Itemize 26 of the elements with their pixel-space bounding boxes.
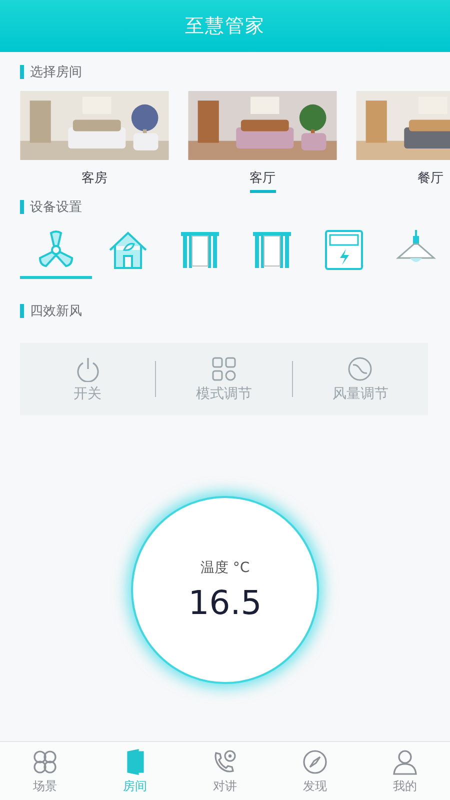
nav-tab[interactable]: 发现: [270, 742, 360, 800]
nav-tab[interactable]: 场景: [0, 742, 90, 800]
person-icon: [391, 748, 419, 776]
nav-tab[interactable]: 房间: [90, 742, 180, 800]
section-title: 四效新风: [30, 303, 82, 320]
room-tab[interactable]: 客房: [17, 91, 172, 193]
control-button[interactable]: 开关: [20, 356, 156, 402]
clover-icon: [31, 748, 59, 776]
nav-tab[interactable]: 我的: [360, 742, 450, 800]
temperature-label: 温度 °C: [200, 558, 250, 576]
section-marker: [20, 200, 24, 214]
temperature-value: 16.5: [188, 582, 262, 622]
section-title: 设备设置: [30, 199, 82, 216]
app-title: 至慧管家: [185, 14, 265, 39]
room-tab[interactable]: 餐厅: [353, 91, 450, 193]
meter-icon: [322, 228, 366, 272]
grid-icon: [210, 356, 237, 382]
compass-icon: [301, 748, 329, 776]
nav-tab[interactable]: 对讲: [180, 742, 270, 800]
room-tab[interactable]: 客厅: [185, 91, 340, 193]
power-icon: [74, 356, 101, 382]
section-title: 选择房间: [30, 64, 82, 81]
control-button[interactable]: 风量调节: [292, 356, 428, 402]
control-button[interactable]: 模式调节: [156, 356, 292, 402]
section-marker: [20, 304, 24, 318]
section-marker: [20, 65, 24, 79]
